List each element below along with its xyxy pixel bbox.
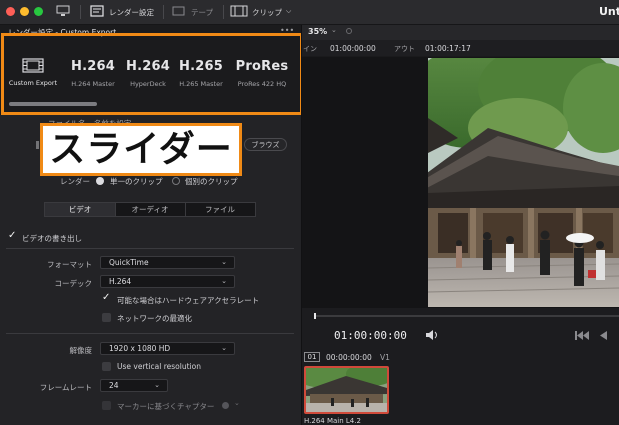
render-settings-icon[interactable] (90, 5, 104, 17)
hw-accel-label: 可能な場合はハードウェアアクセラレート (117, 296, 260, 305)
settings-tabs: ビデオ オーディオ ファイル (44, 202, 256, 217)
browse-label: ブラウズ (251, 141, 280, 149)
window-minimize-dot[interactable] (20, 7, 29, 16)
preset-title: ProRes (235, 59, 289, 74)
hw-accel-checkbox[interactable] (102, 292, 111, 304)
export-video-label: ビデオの書き出し (22, 234, 82, 243)
tape-label[interactable]: テープ (191, 7, 213, 18)
format-dropdown[interactable]: QuickTime ⌄ (100, 256, 235, 269)
vertical-res-checkbox[interactable] (102, 362, 111, 371)
format-label: フォーマット (47, 260, 92, 269)
tape-icon[interactable] (172, 6, 185, 18)
chevron-down-icon: ⌄ (154, 381, 160, 389)
framerate-label: フレームレート (39, 383, 92, 392)
speaker-icon[interactable] (425, 329, 439, 341)
chapters-label: マーカーに基づくチャプター (117, 402, 215, 411)
toolbar-separator (163, 5, 164, 19)
in-label: イン (303, 45, 317, 53)
browse-button[interactable]: ブラウズ (244, 138, 287, 151)
zoom-chevron-down-icon[interactable]: ⌄ (331, 26, 337, 34)
single-clip-radio[interactable] (96, 177, 104, 185)
individual-clips-label[interactable]: 個別のクリップ (185, 176, 238, 187)
preset-custom-export[interactable]: Custom Export (4, 58, 62, 87)
out-timecode[interactable]: 01:00:17:17 (425, 44, 471, 53)
window-zoom-dot[interactable] (34, 7, 43, 16)
toolbar-separator (223, 5, 224, 19)
preset-subtitle: H.264 Master (71, 80, 115, 88)
out-label: アウト (394, 45, 415, 53)
film-icon (22, 58, 44, 73)
preset-subtitle: Custom Export (8, 79, 58, 87)
clip-thumbnail-image (306, 368, 387, 412)
workspace-icon[interactable] (56, 5, 70, 17)
render-mode-label: レンダー (60, 177, 90, 186)
preset-h265-master[interactable]: H.265 H.265 Master (174, 59, 228, 88)
export-video-checkbox[interactable] (8, 230, 17, 242)
clips-chevron-down-icon[interactable]: ⌵ (286, 7, 291, 16)
clip-name: H.264 Main L4.2 (304, 417, 361, 425)
preset-title: H.264 (126, 59, 170, 74)
preset-subtitle: HyperDeck (130, 80, 166, 88)
single-clip-label[interactable]: 単一のクリップ (110, 176, 163, 187)
panel-header-title: レンダー設定 - Custom Export (8, 28, 117, 37)
clips-label[interactable]: クリップ (252, 7, 282, 18)
preset-subtitle: ProRes 422 HQ (237, 80, 287, 88)
preset-title: H.265 (179, 59, 223, 74)
skip-back-icon[interactable] (575, 331, 589, 340)
chevron-down-icon: ⌄ (221, 277, 227, 285)
preset-prores-422-hq[interactable]: ProRes ProRes 422 HQ (232, 59, 292, 88)
tab-file[interactable]: ファイル (185, 203, 255, 216)
viewer-option-icon[interactable] (346, 28, 352, 34)
panel-more-button[interactable]: ••• (280, 26, 294, 35)
framerate-dropdown[interactable]: 24 ⌄ (100, 379, 168, 392)
zoom-level[interactable]: 35% (308, 27, 327, 36)
tab-audio[interactable]: オーディオ (115, 203, 186, 216)
clip-thumbnail[interactable] (304, 366, 389, 414)
window-close-dot[interactable] (6, 7, 15, 16)
in-timecode[interactable]: 01:00:00:00 (330, 44, 376, 53)
preset-h264-master[interactable]: H.264 H.264 Master (66, 59, 120, 88)
resolution-value: 1920 x 1080 HD (109, 344, 171, 353)
clip-index-badge: 01 (304, 352, 320, 362)
section-divider (6, 333, 294, 334)
clip-track-label: V1 (380, 353, 390, 362)
chevron-down-icon[interactable]: ⌄ (234, 399, 240, 407)
preset-title: H.264 (71, 59, 115, 74)
codec-label: コーデック (54, 279, 93, 288)
resolution-label: 解像度 (69, 346, 93, 355)
timeline-scrubber[interactable] (312, 313, 619, 319)
marker-color-dot[interactable] (222, 402, 229, 409)
preset-scrollbar[interactable] (9, 102, 97, 106)
framerate-value: 24 (109, 381, 119, 390)
preset-subtitle: H.265 Master (179, 80, 223, 88)
render-settings-label[interactable]: レンダー設定 (109, 7, 154, 18)
clip-timecode: 00:00:00:00 (326, 353, 372, 362)
codec-value: H.264 (109, 277, 132, 286)
tab-video[interactable]: ビデオ (45, 203, 116, 216)
play-back-icon[interactable] (600, 331, 608, 340)
format-value: QuickTime (109, 258, 149, 267)
toolbar-separator (80, 5, 81, 19)
vertical-res-label: Use vertical resolution (117, 362, 201, 371)
resolution-dropdown[interactable]: 1920 x 1080 HD ⌄ (100, 342, 235, 355)
network-opt-label: ネットワークの最適化 (117, 314, 192, 323)
current-timecode[interactable]: 01:00:00:00 (334, 329, 407, 342)
preset-hyperdeck[interactable]: H.264 HyperDeck (122, 59, 174, 88)
app-title: Unt (599, 5, 619, 18)
individual-clips-radio[interactable] (172, 177, 180, 185)
section-divider (6, 248, 294, 249)
clip-icon[interactable] (230, 5, 248, 17)
codec-dropdown[interactable]: H.264 ⌄ (100, 275, 235, 288)
location-row-partial (36, 141, 39, 149)
annotation-slider-label: スライダー (40, 123, 242, 176)
chevron-down-icon: ⌄ (221, 344, 227, 352)
video-frame-temple[interactable] (428, 58, 619, 307)
network-opt-checkbox[interactable] (102, 313, 111, 322)
chevron-down-icon: ⌄ (221, 258, 227, 266)
chapters-checkbox[interactable] (102, 401, 111, 410)
